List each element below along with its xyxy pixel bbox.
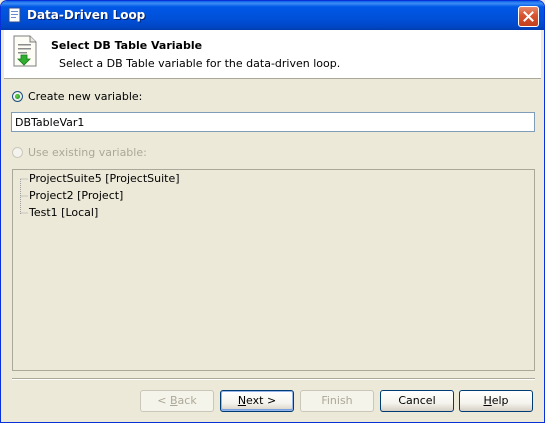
radio-selected-dot xyxy=(15,94,20,99)
finish-button[interactable]: Finish xyxy=(300,390,374,412)
next-button[interactable]: Next > xyxy=(220,390,294,412)
document-download-icon xyxy=(12,35,38,70)
dialog-window: Data-Driven Loop Select DB Table Variabl… xyxy=(0,0,545,423)
header-title: Select DB Table Variable xyxy=(51,39,203,52)
button-separator xyxy=(12,378,535,380)
create-new-radio[interactable] xyxy=(12,91,23,102)
header-subtitle: Select a DB Table variable for the data-… xyxy=(59,57,341,70)
use-existing-label: Use existing variable: xyxy=(28,146,147,159)
close-icon xyxy=(523,11,534,22)
title-bar[interactable]: Data-Driven Loop xyxy=(1,1,544,30)
wizard-app-icon xyxy=(8,7,22,23)
create-new-label: Create new variable: xyxy=(28,90,143,103)
new-variable-name-input[interactable] xyxy=(11,112,535,132)
use-existing-radio[interactable] xyxy=(12,147,23,158)
window-title: Data-Driven Loop xyxy=(27,8,146,22)
tree-item-test-local[interactable]: Test1 [Local] xyxy=(29,206,98,220)
existing-variables-tree[interactable]: ProjectSuite5 [ProjectSuite] Project2 [P… xyxy=(12,169,535,371)
close-button[interactable] xyxy=(518,6,539,27)
tree-item-project[interactable]: Project2 [Project] xyxy=(29,189,123,203)
wizard-header: Select DB Table Variable Select a DB Tab… xyxy=(4,30,541,79)
tree-item-project-suite[interactable]: ProjectSuite5 [ProjectSuite] xyxy=(29,172,180,186)
help-button[interactable]: Help xyxy=(459,390,533,412)
cancel-button[interactable]: Cancel xyxy=(380,390,454,412)
back-button[interactable]: < Back xyxy=(140,390,214,412)
